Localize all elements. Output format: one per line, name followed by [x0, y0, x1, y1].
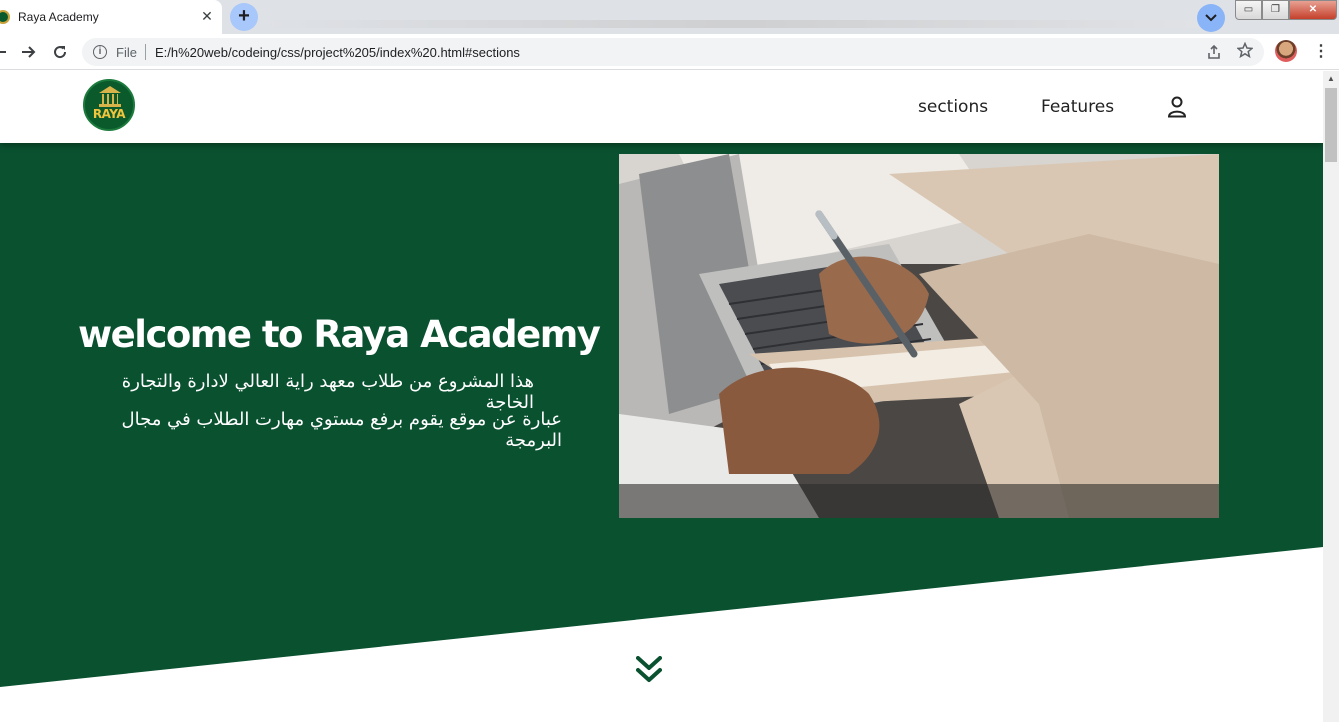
star-icon[interactable]	[1236, 41, 1254, 63]
hero-description-line-2: عبارة عن موقع يقوم برفع مستوي مهارت الطل…	[121, 409, 562, 451]
kebab-menu-icon[interactable]: ⋮	[1313, 41, 1329, 61]
window-maximize-button[interactable]: ❐	[1262, 0, 1289, 20]
double-chevron-down-icon[interactable]	[636, 656, 662, 684]
forward-arrow-icon	[22, 46, 36, 58]
nav-link-sections[interactable]: sections	[918, 97, 988, 117]
nav-link-features[interactable]: Features	[1041, 97, 1114, 117]
chevron-down-icon	[1205, 14, 1217, 22]
tab-favicon	[0, 10, 10, 24]
logo-building-emblem	[99, 86, 121, 107]
scheme-label: File	[116, 45, 137, 60]
site-info-icon[interactable]: i	[93, 45, 107, 59]
share-icon[interactable]	[1206, 44, 1222, 63]
new-tab-button[interactable]: +	[230, 3, 258, 31]
omnibox-divider	[145, 44, 146, 60]
active-tab[interactable]: Raya Academy ✕	[0, 0, 222, 34]
forward-button[interactable]	[14, 38, 42, 66]
hero-title: welcome to Raya Academy	[78, 313, 601, 356]
scroll-up-arrow-icon[interactable]: ▲	[1327, 74, 1335, 83]
background-tabs	[262, 20, 1212, 28]
page-scrollbar[interactable]: ▲	[1323, 71, 1339, 722]
window-minimize-button[interactable]: ▭	[1235, 0, 1262, 20]
browser-toolbar: i File E:/h%20web/codeing/css/project%20…	[0, 34, 1339, 70]
url-text[interactable]: E:/h%20web/codeing/css/project%205/index…	[155, 45, 520, 60]
reload-button[interactable]	[46, 38, 74, 66]
back-arrow-icon	[0, 51, 6, 53]
tab-strip: Raya Academy ✕ + ▭ ❐ ✕	[0, 0, 1339, 34]
back-button[interactable]	[0, 38, 14, 66]
tab-title: Raya Academy	[18, 10, 99, 24]
hero-description-line-1: هذا المشروع من طلاب معهد راية العالي لاد…	[121, 371, 534, 413]
site-header: RAYA sections Features	[0, 71, 1323, 143]
logo-text: RAYA	[92, 107, 126, 121]
user-icon[interactable]	[1167, 96, 1187, 118]
profile-avatar[interactable]	[1275, 40, 1297, 62]
reload-icon	[54, 46, 67, 59]
scrollbar-thumb[interactable]	[1325, 88, 1337, 162]
window-close-button[interactable]: ✕	[1289, 0, 1337, 20]
hero-image-student-writing	[619, 154, 1219, 518]
tab-close-icon[interactable]: ✕	[199, 8, 215, 24]
page-viewport: RAYA sections Features welcome to Raya A…	[0, 71, 1323, 722]
raya-logo[interactable]: RAYA	[83, 79, 135, 131]
address-bar[interactable]: i File E:/h%20web/codeing/css/project%20…	[82, 38, 1264, 66]
tab-search-button[interactable]	[1197, 4, 1225, 32]
